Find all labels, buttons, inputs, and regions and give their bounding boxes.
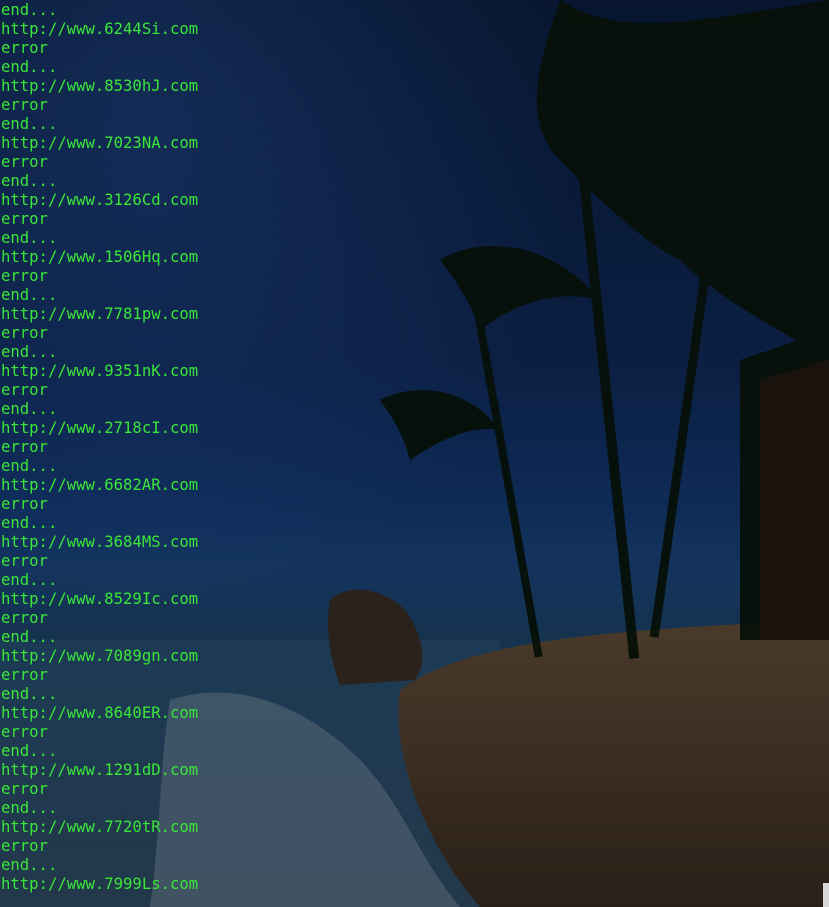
terminal-line: http://www.3126Cd.com (1, 191, 199, 209)
terminal-line: end... (1, 799, 58, 817)
terminal-line: http://www.7781pw.com (1, 305, 199, 323)
terminal-line: end... (1, 172, 58, 190)
terminal-line: end... (1, 628, 58, 646)
terminal-line: error (1, 495, 48, 513)
terminal-line: error (1, 267, 48, 285)
terminal-line: http://www.8529Ic.com (1, 590, 199, 608)
terminal-line: error (1, 210, 48, 228)
terminal-line: http://www.3684MS.com (1, 533, 199, 551)
terminal-line: end... (1, 457, 58, 475)
terminal-line: http://www.9351nK.com (1, 362, 199, 380)
terminal-line: http://www.7089gn.com (1, 647, 199, 665)
terminal-line: end... (1, 400, 58, 418)
terminal-output: end... http://www.6244Si.com error end... ht… (1, 1, 198, 894)
terminal-line: http://www.7720tR.com (1, 818, 199, 836)
terminal-line: end... (1, 58, 58, 76)
terminal-line: end... (1, 685, 58, 703)
terminal-line: error (1, 96, 48, 114)
terminal-line: error (1, 666, 48, 684)
terminal-line: end... (1, 286, 58, 304)
terminal-line: error (1, 780, 48, 798)
terminal-line: end... (1, 115, 58, 133)
terminal-line: error (1, 438, 48, 456)
terminal-line: end... (1, 856, 58, 874)
terminal-line: http://www.7023NA.com (1, 134, 199, 152)
terminal-line: http://www.6244Si.com (1, 20, 199, 38)
terminal-line: end... (1, 229, 58, 247)
terminal-line: end... (1, 571, 58, 589)
scrollbar-thumb[interactable] (823, 883, 829, 907)
terminal-line: http://www.1291dD.com (1, 761, 199, 779)
terminal-line: http://www.2718cI.com (1, 419, 199, 437)
terminal-line: error (1, 324, 48, 342)
terminal-line: http://www.8530hJ.com (1, 77, 199, 95)
terminal-line: error (1, 381, 48, 399)
terminal-line: end... (1, 514, 58, 532)
terminal-line: http://www.1506Hq.com (1, 248, 199, 266)
terminal-line: error (1, 39, 48, 57)
terminal-line: error (1, 153, 48, 171)
terminal-line: error (1, 609, 48, 627)
terminal-window[interactable]: end... http://www.6244Si.com error end... ht… (0, 0, 829, 907)
terminal-line: http://www.8640ER.com (1, 704, 199, 722)
terminal-line: error (1, 723, 48, 741)
terminal-line: error (1, 837, 48, 855)
terminal-line: http://www.6682AR.com (1, 476, 199, 494)
terminal-line: end... (1, 343, 58, 361)
terminal-line: end... (1, 742, 58, 760)
terminal-line: error (1, 552, 48, 570)
terminal-line: http://www.7999Ls.com (1, 875, 199, 893)
terminal-line: end... (1, 1, 58, 19)
